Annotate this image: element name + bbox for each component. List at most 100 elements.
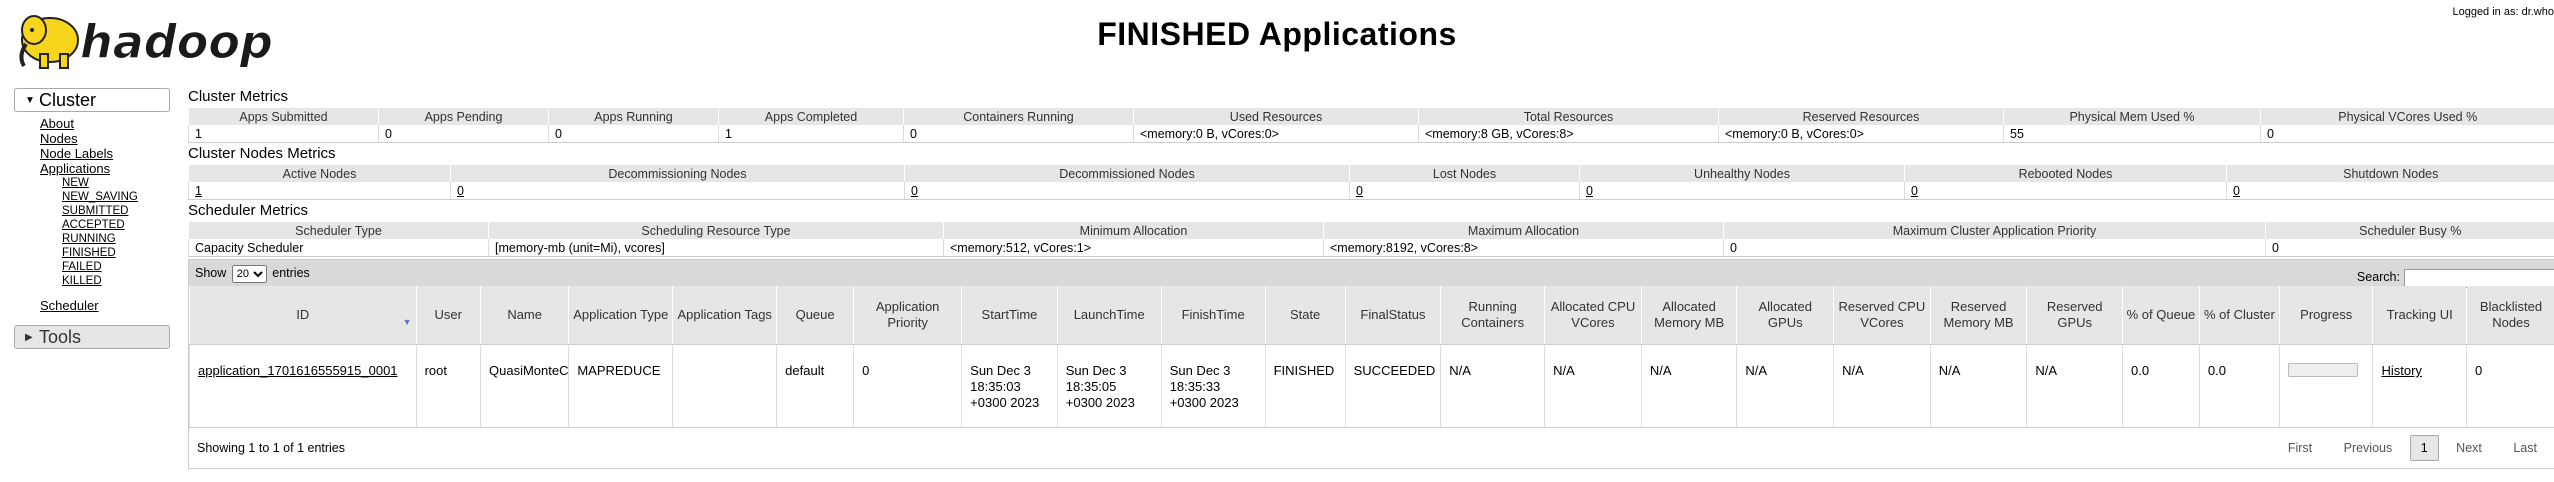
tools-accordion-header[interactable]: ▶ Tools — [14, 325, 170, 349]
metric-value: <memory:8192, vCores:8> — [1323, 239, 1724, 257]
cell-priority: 0 — [853, 344, 962, 428]
metric-header: Shutdown Nodes — [2226, 165, 2554, 182]
col-header-reserved-memory-mb[interactable]: Reserved Memory MB — [1929, 286, 2027, 345]
node-metrics-value-row: 1 0 0 0 0 0 0 — [188, 182, 2554, 200]
shutdown-nodes-link[interactable]: 0 — [2233, 184, 2240, 198]
nav-node-labels-link[interactable]: Node Labels — [40, 146, 170, 161]
logged-in-user: Logged in as: dr.who — [2452, 6, 2554, 18]
nav-about-link[interactable]: About — [40, 116, 170, 131]
lost-nodes-link[interactable]: 0 — [1356, 184, 1363, 198]
cell-launchtime: Sun Dec 3 18:35:05 +0300 2023 — [1056, 344, 1162, 428]
cell-pct-queue: 0.0 — [2122, 344, 2200, 428]
triangle-down-icon: ▼ — [25, 95, 35, 107]
state-running-link[interactable]: RUNNING — [62, 232, 170, 246]
unhealthy-nodes-link[interactable]: 0 — [1586, 184, 1593, 198]
col-header-progress[interactable]: Progress — [2278, 286, 2373, 345]
state-killed-link[interactable]: KILLED — [62, 274, 170, 288]
col-header-running-containers[interactable]: Running Containers — [1440, 286, 1545, 345]
pager-previous-button[interactable]: Previous — [2330, 428, 2407, 468]
cell-finishtime: Sun Dec 3 18:35:33 +0300 2023 — [1160, 344, 1266, 428]
metric-value: 55 — [2003, 125, 2261, 143]
pager-current-page[interactable]: 1 — [2409, 435, 2439, 461]
col-header-id[interactable]: ID ▼ — [189, 286, 417, 345]
metric-value: 1 — [718, 125, 904, 143]
cell-name: QuasiMonteCarlo — [479, 344, 569, 428]
col-header-launchtime[interactable]: LaunchTime — [1056, 286, 1162, 345]
search-input[interactable] — [2404, 268, 2554, 288]
pagination: First Previous 1 Next Last — [2274, 428, 2551, 468]
col-header-allocated-gpus[interactable]: Allocated GPUs — [1736, 286, 1834, 345]
table-row: application_1701616555915_0001 root Quas… — [189, 344, 2554, 428]
nav-scheduler-link[interactable]: Scheduler — [40, 298, 170, 313]
col-header-finalstatus[interactable]: FinalStatus — [1344, 286, 1441, 345]
node-metrics-header-row: Active Nodes Decommissioning Nodes Decom… — [188, 165, 2554, 182]
col-header-blacklisted-nodes[interactable]: Blacklisted Nodes — [2465, 286, 2554, 345]
table-info: Showing 1 to 1 of 1 entries — [197, 441, 346, 455]
col-header-label: ID — [296, 307, 310, 322]
tracking-history-link[interactable]: History — [2381, 363, 2421, 378]
col-header-allocated-memory-mb[interactable]: Allocated Memory MB — [1640, 286, 1737, 345]
metric-header: Scheduling Resource Type — [488, 222, 944, 239]
col-header-queue[interactable]: Queue — [776, 286, 854, 345]
sidebar-nav: ▼ Cluster About Nodes Node Labels Applica… — [14, 88, 170, 349]
metric-header: Scheduler Type — [188, 222, 489, 239]
metric-value: 1 — [188, 125, 379, 143]
col-header-allocated-cpu-vcores[interactable]: Allocated CPU VCores — [1544, 286, 1642, 345]
applications-footer: Showing 1 to 1 of 1 entries First Previo… — [189, 428, 2554, 468]
col-header-user[interactable]: User — [415, 286, 481, 345]
state-submitted-link[interactable]: SUBMITTED — [62, 204, 170, 218]
metric-header: Used Resources — [1133, 108, 1419, 125]
metric-value: 0 — [1723, 239, 2266, 257]
page-title: FINISHED Applications — [1097, 16, 1457, 52]
metric-header: Apps Pending — [378, 108, 549, 125]
col-header-tracking-ui[interactable]: Tracking UI — [2372, 286, 2467, 345]
cluster-metrics-table: Apps Submitted Apps Pending Apps Running… — [188, 108, 2554, 143]
pager-next-button[interactable]: Next — [2442, 428, 2496, 468]
applications-table-wrapper: Show 20 entries Search: ID ▼ User Name Ap… — [188, 259, 2554, 469]
state-failed-link[interactable]: FAILED — [62, 260, 170, 274]
col-header-application-priority[interactable]: Application Priority — [853, 286, 962, 345]
col-header-reserved-cpu-vcores[interactable]: Reserved CPU VCores — [1833, 286, 1931, 345]
metric-value: <memory:0 B, vCores:0> — [1718, 125, 2004, 143]
cluster-label: Cluster — [39, 90, 97, 110]
col-header-name[interactable]: Name — [479, 286, 569, 345]
scheduler-metrics-header-row: Scheduler Type Scheduling Resource Type … — [188, 222, 2554, 239]
metric-header: Apps Completed — [718, 108, 904, 125]
main-content: Cluster Metrics Apps Submitted Apps Pend… — [188, 86, 2554, 469]
decommissioning-nodes-link[interactable]: 0 — [457, 184, 464, 198]
metric-value: 0 — [2265, 239, 2554, 257]
col-header-starttime[interactable]: StartTime — [961, 286, 1058, 345]
cluster-links: About Nodes Node Labels Applications NEW… — [14, 112, 170, 317]
state-new-link[interactable]: NEW — [62, 176, 170, 190]
rebooted-nodes-link[interactable]: 0 — [1911, 184, 1918, 198]
cell-user: root — [415, 344, 481, 428]
application-id-link[interactable]: application_1701616555915_0001 — [198, 363, 398, 378]
col-header-finishtime[interactable]: FinishTime — [1160, 286, 1266, 345]
pager-first-button[interactable]: First — [2274, 428, 2326, 468]
state-accepted-link[interactable]: ACCEPTED — [62, 218, 170, 232]
col-header-pct-queue[interactable]: % of Queue — [2122, 286, 2200, 345]
entries-per-page-select[interactable]: 20 — [231, 265, 267, 283]
col-header-application-tags[interactable]: Application Tags — [672, 286, 777, 345]
cell-alloc-gpu: N/A — [1736, 344, 1834, 428]
metric-value: <memory:8 GB, vCores:8> — [1418, 125, 1719, 143]
cell-res-gpu: N/A — [2026, 344, 2123, 428]
active-nodes-link[interactable]: 1 — [195, 184, 202, 198]
col-header-application-type[interactable]: Application Type — [568, 286, 673, 345]
tools-label: Tools — [39, 327, 82, 347]
metric-header: Decommissioning Nodes — [450, 165, 905, 182]
metric-header: Maximum Allocation — [1323, 222, 1724, 239]
state-finished-link[interactable]: FINISHED — [62, 246, 170, 260]
col-header-reserved-gpus[interactable]: Reserved GPUs — [2026, 286, 2123, 345]
col-header-pct-cluster[interactable]: % of Cluster — [2198, 286, 2280, 345]
show-label: Show — [195, 266, 227, 280]
state-new-saving-link[interactable]: NEW_SAVING — [62, 190, 170, 204]
col-header-state[interactable]: State — [1264, 286, 1346, 345]
nav-nodes-link[interactable]: Nodes — [40, 131, 170, 146]
cluster-accordion-header[interactable]: ▼ Cluster — [14, 88, 170, 112]
decommissioned-nodes-link[interactable]: 0 — [911, 184, 918, 198]
nav-applications-link[interactable]: Applications — [40, 161, 170, 176]
metric-value: 0 — [903, 125, 1134, 143]
scheduler-metrics-value-row: Capacity Scheduler [memory-mb (unit=Mi),… — [188, 239, 2554, 257]
pager-last-button[interactable]: Last — [2499, 428, 2551, 468]
